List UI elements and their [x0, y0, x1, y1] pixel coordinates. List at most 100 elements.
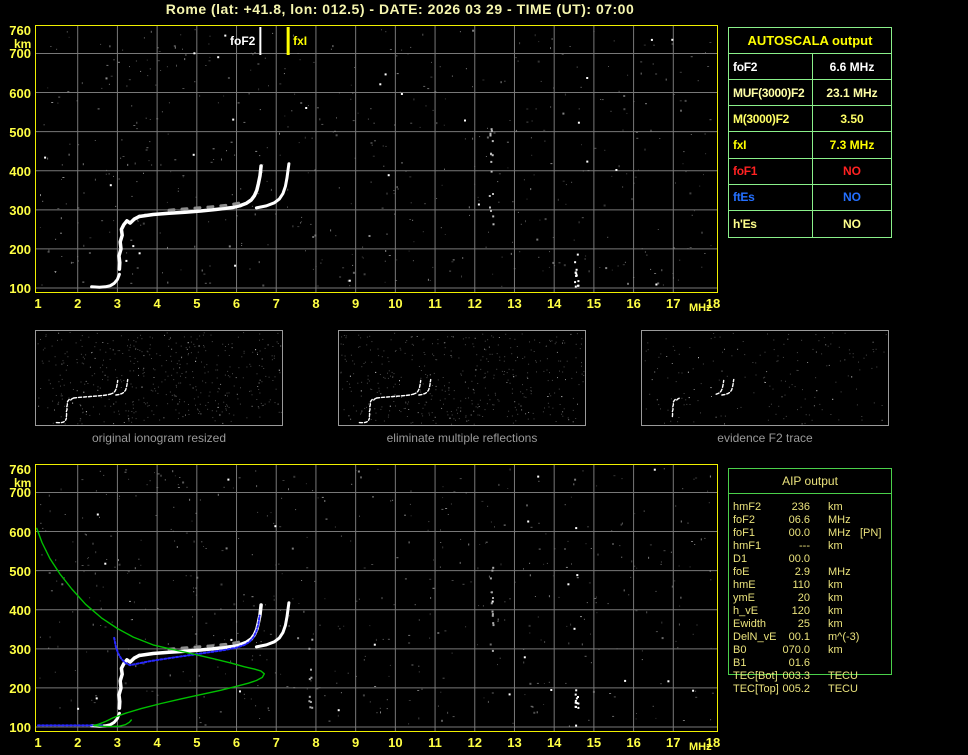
aip-unit: km	[828, 592, 843, 604]
thumbnail-canvas	[644, 332, 887, 425]
x-axis-tick: 5	[193, 735, 201, 750]
trace-F-flat	[137, 203, 243, 219]
x-axis-tick: 8	[312, 735, 320, 750]
thumb-trace-E-trace	[55, 417, 68, 424]
autoscala-value: 6.6 MHz	[829, 59, 875, 74]
x-axis-tick: 10	[388, 296, 403, 311]
autoscala-output-table: AUTOSCALA output foF2 6.6 MHz MUF(3000)F2 2…	[728, 27, 892, 238]
x-axis-tick: 4	[153, 296, 161, 311]
aip-rows: hmF2 236 km foF2 06.6 MHz foF1 00.0 MHz [PN] hmF1 -…	[728, 501, 892, 696]
autoscala-row: foF1 NO	[729, 158, 891, 185]
aip-unit: m^(-3)	[828, 631, 860, 643]
x-axis-tick: 14	[546, 296, 562, 311]
autoscala-param: ftEs	[729, 184, 813, 210]
autoscala-param: h'Es	[729, 210, 813, 237]
aip-value: ---	[799, 540, 810, 552]
thumbnail-canvas	[37, 332, 282, 425]
autoscala-value: 3.50	[840, 111, 864, 126]
aip-param: B0	[733, 644, 747, 656]
aip-row: hmE 110 km	[728, 579, 892, 592]
y-axis-tick: 760	[9, 23, 31, 38]
x-axis-tick: 2	[74, 296, 82, 311]
y-axis-tick: 200	[9, 241, 31, 257]
fof2-marker-label: foF2	[230, 34, 256, 48]
x-axis-tick: 2	[74, 735, 82, 750]
y-axis-tick: 600	[9, 524, 31, 540]
ionogram-plot: foF2 fxI	[35, 25, 718, 293]
x-axis-tick: 5	[193, 296, 201, 311]
autoscala-value: NO	[843, 216, 861, 231]
y-axis-unit-label: km	[14, 476, 32, 490]
autoscala-row: fxI 7.3 MHz	[729, 132, 891, 159]
aip-value: 25	[797, 618, 810, 630]
x-axis-tick: 7	[272, 735, 280, 750]
autoscala-value: NO	[843, 164, 861, 179]
thumb-trace-F2-o-rise	[412, 379, 422, 395]
x-axis-tick: 1	[34, 735, 42, 750]
x-axis-tick: 11	[428, 735, 442, 750]
aip-row: D1 00.0	[728, 553, 892, 566]
y-axis-tick: 600	[9, 85, 31, 101]
autoscala-row: foF2 6.6 MHz	[729, 54, 891, 81]
ionogram-canvas: foF2 fxI	[36, 26, 717, 292]
thumbnail-original-ionogram	[35, 330, 283, 426]
aip-param: foF2	[733, 514, 756, 526]
thumbnail-noise	[340, 332, 585, 425]
aip-value: 2.9	[794, 566, 810, 578]
aip-value: 06.6	[788, 514, 810, 526]
y-axis-tick: 400	[9, 602, 31, 618]
x-axis-tick: 14	[546, 735, 562, 750]
autoscala-row: M(3000)F2 3.50	[729, 106, 891, 133]
aip-unit: MHz	[828, 566, 851, 578]
aip-value: 003.3	[782, 670, 810, 682]
aip-param: foF1	[733, 527, 756, 539]
y-axis-tick: 760	[9, 462, 31, 477]
thumb-trace-E-trace	[358, 417, 371, 424]
x-axis-unit-label: MHz	[688, 302, 712, 314]
autoscala-value: 23.1 MHz	[826, 85, 878, 100]
aip-unit: TECU	[828, 683, 858, 695]
aip-param: hmE	[733, 579, 756, 591]
aip-value: 20	[797, 592, 810, 604]
aip-value: 236	[791, 501, 810, 513]
aip-row: TEC[Top] 005.2 TECU	[728, 683, 892, 696]
aip-table-title: AIP output	[782, 474, 838, 488]
aip-value: 070.0	[782, 644, 810, 656]
trace-electron-density-profile	[36, 527, 266, 728]
aip-row: Ewidth 25 km	[728, 618, 892, 631]
x-axis-tick: 12	[467, 296, 482, 311]
y-axis-tick: 100	[9, 281, 31, 296]
aip-param: hmF1	[733, 540, 762, 552]
aip-param: h_vE	[733, 605, 759, 617]
x-axis-tick: 17	[666, 296, 681, 311]
fxi-marker-label: fxI	[293, 34, 307, 48]
autoscala-param: M(3000)F2	[729, 106, 813, 132]
autoscala-param: foF1	[729, 158, 813, 184]
aip-row: B0 070.0 km	[728, 644, 892, 657]
profile-plot	[35, 464, 718, 732]
page-title: Rome (lat: +41.8, lon: 012.5) - DATE: 20…	[165, 1, 635, 17]
y-axis-tick: 200	[9, 680, 31, 696]
x-axis-tick: 16	[626, 735, 641, 750]
thumb-trace-F-riser	[65, 397, 75, 418]
thumbnail-caption: eliminate multiple reflections	[386, 431, 538, 445]
aip-unit: km	[828, 644, 843, 656]
aip-value: 110	[792, 579, 810, 591]
aip-value: 00.0	[788, 527, 810, 539]
thumbnail-canvas	[340, 332, 585, 425]
thumbnail-caption: evidence F2 trace	[717, 431, 813, 445]
thumbnail-noise	[37, 332, 282, 425]
aip-row: DelN_vE 00.1 m^(-3)	[728, 631, 892, 644]
profile-canvas	[36, 465, 717, 731]
x-axis-tick: 16	[626, 296, 641, 311]
x-axis-tick: 1	[34, 296, 42, 311]
autoscala-value: NO	[843, 190, 861, 205]
aip-row: foF2 06.6 MHz	[728, 514, 892, 527]
aip-unit: MHz	[828, 514, 851, 526]
autoscala-row: ftEs NO	[729, 184, 891, 211]
aip-row: h_vE 120 km	[728, 605, 892, 618]
y-axis-tick: 300	[9, 202, 31, 218]
x-axis-tick: 10	[388, 735, 403, 750]
aip-param: hmF2	[733, 501, 762, 513]
autoscala-param: MUF(3000)F2	[729, 80, 813, 106]
